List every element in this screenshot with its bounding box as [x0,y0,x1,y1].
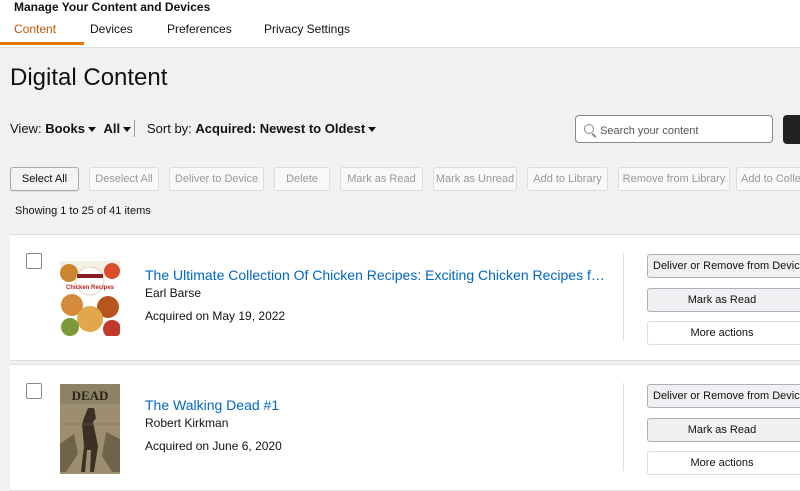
search-box [575,115,773,143]
item-author: Earl Barse [145,286,202,300]
item-author: Robert Kirkman [145,416,229,430]
add-to-library-button[interactable]: Add to Library [527,167,608,191]
add-to-collection-button[interactable]: Add to Colle [736,167,800,191]
more-actions-label: More actions [690,457,754,469]
mark-as-read-item-button[interactable]: Mark as Read [647,288,800,312]
cover-title: Chicken Recipes [66,285,115,291]
more-actions-dropdown[interactable]: More actions ▲▼ [647,451,800,475]
deliver-to-device-button[interactable]: Deliver to Device [169,167,264,191]
view-scope-dropdown[interactable]: All [104,121,132,136]
search-input[interactable] [598,121,770,141]
sort-value: Acquired: Newest to Oldest [195,121,366,136]
chevron-down-icon [87,127,96,133]
active-tab-underline [0,42,84,45]
page-title: Digital Content [10,64,168,91]
view-type-value: Books [45,121,85,136]
book-cover[interactable]: Chicken Recipes [60,261,120,336]
item-title-link[interactable]: The Walking Dead #1 [145,397,279,413]
filter-divider [134,120,135,137]
view-filter: View: Books All [10,121,132,136]
chevron-down-icon [123,127,132,133]
view-type-dropdown[interactable]: Books [45,121,96,136]
top-bar: Manage Your Content and Devices Content … [0,0,800,48]
cover-title: DEAD [72,388,109,403]
search-icon [584,124,594,134]
deliver-or-remove-button[interactable]: Deliver or Remove from Devic [647,384,800,408]
view-label: View: [10,121,42,136]
sort-dropdown[interactable]: Sort by: Acquired: Newest to Oldest [147,121,377,136]
card-divider [623,383,624,471]
list-item: Chicken Recipes The Ultimate Collection … [10,234,800,361]
tab-privacy-settings[interactable]: Privacy Settings [264,22,350,36]
results-count: Showing 1 to 25 of 41 items [15,205,151,217]
search-go-button[interactable] [783,115,800,144]
deselect-all-button[interactable]: Deselect All [89,167,159,191]
mark-as-read-item-button[interactable]: Mark as Read [647,418,800,442]
list-item: DEAD The Walking Dead #1 Robert Kirkman … [10,364,800,491]
item-acquired-date: Acquired on May 19, 2022 [145,309,286,323]
mark-as-read-button[interactable]: Mark as Read [340,167,423,191]
mark-as-unread-button[interactable]: Mark as Unread [433,167,517,191]
tab-preferences[interactable]: Preferences [167,22,232,36]
item-title-link[interactable]: The Ultimate Collection Of Chicken Recip… [145,267,605,283]
card-divider [623,253,624,341]
item-acquired-date: Acquired on June 6, 2020 [145,439,282,453]
view-scope-value: All [103,121,121,136]
more-actions-dropdown[interactable]: More actions ▲▼ [647,321,800,345]
remove-from-library-button[interactable]: Remove from Library [618,167,730,191]
more-actions-label: More actions [690,327,754,339]
item-checkbox[interactable] [26,383,42,399]
select-all-button[interactable]: Select All [10,167,79,191]
book-cover[interactable]: DEAD [60,384,120,474]
delete-button[interactable]: Delete [274,167,330,191]
sort-label: Sort by: [147,121,192,136]
chevron-down-icon [368,127,377,133]
app-title: Manage Your Content and Devices [14,0,211,14]
item-checkbox[interactable] [26,253,42,269]
deliver-or-remove-button[interactable]: Deliver or Remove from Devic [647,254,800,278]
tab-devices[interactable]: Devices [90,22,133,36]
tab-content[interactable]: Content [14,22,56,36]
